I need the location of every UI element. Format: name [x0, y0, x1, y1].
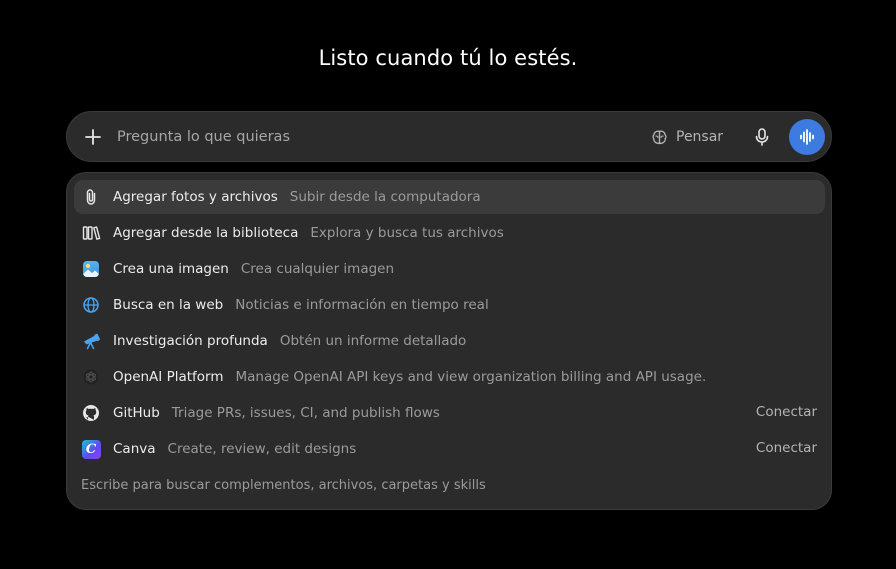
menu-item-title: Canva — [113, 441, 156, 457]
menu-item-library[interactable]: Agregar desde la biblioteca Explora y bu… — [74, 216, 825, 250]
menu-item-description: Explora y busca tus archivos — [310, 225, 504, 241]
microphone-button[interactable] — [750, 125, 774, 149]
page-title: Listo cuando tú lo estés. — [318, 46, 578, 70]
composer: Pensar — [66, 111, 832, 162]
library-icon — [81, 223, 101, 243]
paperclip-icon — [81, 187, 101, 207]
menu-item-add-files[interactable]: Agregar fotos y archivos Subir desde la … — [74, 180, 825, 214]
menu-item-title: Crea una imagen — [113, 261, 229, 277]
telescope-icon — [81, 331, 101, 351]
github-icon — [81, 403, 101, 423]
menu-item-title: Investigación profunda — [113, 333, 268, 349]
menu-item-description: Manage OpenAI API keys and view organiza… — [235, 369, 707, 385]
think-label: Pensar — [676, 129, 724, 145]
menu-item-title: OpenAI Platform — [113, 369, 224, 385]
globe-icon — [81, 295, 101, 315]
search-hint: Escribe para buscar complementos, archiv… — [81, 478, 486, 493]
menu-item-description: Crea cualquier imagen — [240, 261, 395, 277]
menu-item-deep-research[interactable]: Investigación profunda Obtén un informe … — [74, 324, 825, 358]
brain-icon — [652, 130, 667, 144]
menu-item-title: Agregar desde la biblioteca — [113, 225, 299, 241]
menu-item-description: Noticias e información en tiempo real — [235, 297, 489, 313]
menu-item-description: Create, review, edit designs — [167, 441, 357, 457]
image-icon — [81, 259, 101, 279]
microphone-icon — [755, 128, 769, 146]
page: Listo cuando tú lo estés. Pensar — [0, 0, 896, 569]
think-button[interactable]: Pensar — [651, 125, 723, 149]
menu-item-github[interactable]: GitHub Triage PRs, issues, CI, and publi… — [74, 396, 825, 430]
canva-icon: C — [81, 439, 101, 459]
connect-button[interactable]: Conectar — [756, 404, 817, 420]
menu-item-openai-platform[interactable]: OpenAI Platform Manage OpenAI API keys a… — [74, 360, 825, 394]
menu-item-description: Subir desde la computadora — [289, 189, 481, 205]
plus-icon — [85, 129, 101, 145]
menu-item-title: GitHub — [113, 405, 160, 421]
menu-item-title: Agregar fotos y archivos — [113, 189, 278, 205]
menu-item-web-search[interactable]: Busca en la web Noticias e información e… — [74, 288, 825, 322]
menu-item-description: Obtén un informe detallado — [279, 333, 467, 349]
prompt-input[interactable] — [117, 126, 537, 148]
add-button[interactable] — [79, 123, 107, 151]
openai-icon — [81, 367, 101, 387]
menu-item-title: Busca en la web — [113, 297, 224, 313]
voice-mode-button[interactable] — [789, 119, 825, 155]
menu-item-description: Triage PRs, issues, CI, and publish flow… — [171, 405, 440, 421]
connect-button[interactable]: Conectar — [756, 440, 817, 456]
menu-item-canva[interactable]: C Canva Create, review, edit designs Con… — [74, 432, 825, 466]
menu-item-create-image[interactable]: Crea una imagen Crea cualquier imagen — [74, 252, 825, 286]
voice-wave-icon — [800, 129, 814, 145]
attachment-menu: Agregar fotos y archivos Subir desde la … — [66, 172, 832, 510]
